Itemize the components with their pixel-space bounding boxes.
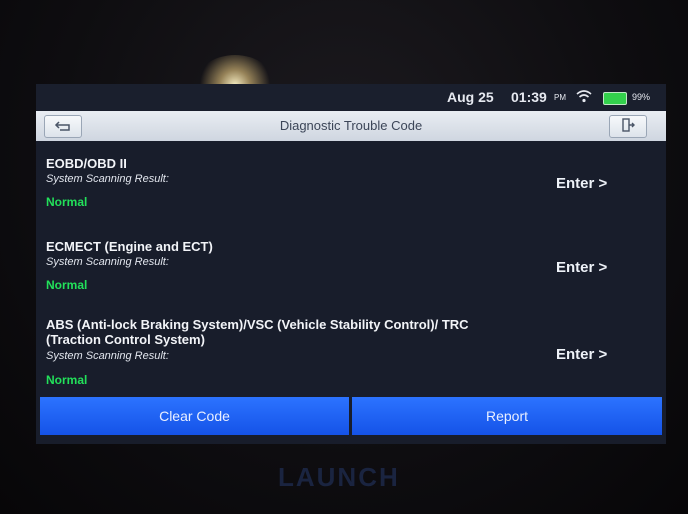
enter-button[interactable]: Enter > <box>556 346 607 363</box>
battery-percent: 99% <box>632 92 651 102</box>
system-name: ABS (Anti-lock Braking System)/VSC (Vehi… <box>46 317 469 347</box>
title-bar: Diagnostic Trouble Code <box>36 111 666 141</box>
status-date: Aug 25 <box>447 89 494 105</box>
chevron-right-icon: > <box>598 175 608 192</box>
exit-icon <box>621 118 635 135</box>
brand-logo: LAUNCH <box>278 462 400 492</box>
enter-button[interactable]: Enter > <box>556 259 607 276</box>
clear-code-button[interactable]: Clear Code <box>40 397 349 435</box>
status-time: 01:39 <box>511 89 547 105</box>
system-item[interactable]: ABS (Anti-lock Braking System)/VSC (Vehi… <box>36 308 666 398</box>
scan-result-label: System Scanning Result: <box>46 256 169 268</box>
exit-button[interactable] <box>609 115 647 138</box>
scan-result-label: System Scanning Result: <box>46 173 169 185</box>
system-name: EOBD/OBD II <box>46 156 127 171</box>
status-badge: Normal <box>46 373 88 387</box>
system-name: ECMECT (Engine and ECT) <box>46 239 213 254</box>
screen: Aug 25 01:39 PM 99% Diagnostic Trouble C… <box>36 84 666 444</box>
battery-icon <box>603 92 627 105</box>
system-item[interactable]: ECMECT (Engine and ECT) System Scanning … <box>36 224 666 300</box>
status-badge: Normal <box>46 195 88 209</box>
system-item[interactable]: EOBD/OBD II System Scanning Result: Norm… <box>36 142 666 218</box>
action-bar: Clear Code Report <box>36 397 666 439</box>
status-bar: Aug 25 01:39 PM 99% <box>36 84 666 110</box>
page-title: Diagnostic Trouble Code <box>279 118 423 133</box>
scan-result-label: System Scanning Result: <box>46 350 169 362</box>
enter-label: Enter <box>556 259 595 276</box>
chevron-right-icon: > <box>598 346 608 363</box>
chevron-right-icon: > <box>598 259 608 276</box>
enter-button[interactable]: Enter > <box>556 175 607 192</box>
wifi-icon <box>576 89 592 106</box>
status-badge: Normal <box>46 278 88 292</box>
report-button[interactable]: Report <box>352 397 662 435</box>
enter-label: Enter <box>556 346 595 363</box>
enter-label: Enter <box>556 175 595 192</box>
status-ampm: PM <box>554 93 566 102</box>
tablet-device: Aug 25 01:39 PM 99% Diagnostic Trouble C… <box>0 0 688 514</box>
